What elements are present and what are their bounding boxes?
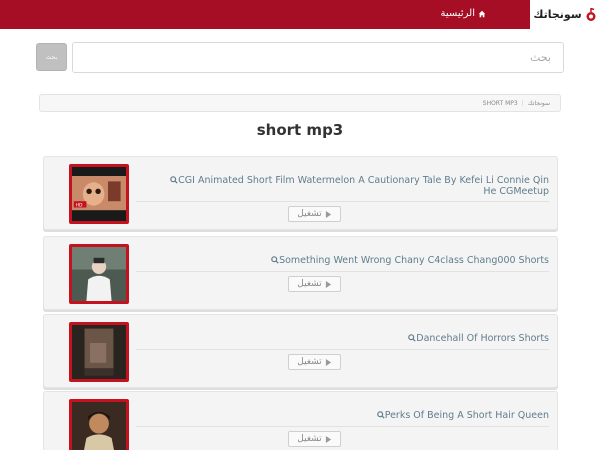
video-thumbnail[interactable]	[69, 244, 129, 304]
search-button[interactable]: بحث	[36, 43, 67, 71]
nav-home-label: الرئيسية	[440, 8, 475, 19]
breadcrumb-current: SHORT MP3	[482, 99, 518, 107]
result-title-link[interactable]: Something Went Wrong Chany C4class Chang…	[159, 255, 549, 266]
brand-name: سونجاتك	[533, 8, 582, 21]
play-icon	[325, 435, 331, 443]
dark-scene-thumbnail-icon	[72, 325, 126, 379]
play-icon	[325, 210, 331, 218]
breadcrumb-separator: |	[521, 99, 524, 107]
play-icon	[325, 280, 331, 288]
result-title: Perks Of Being A Short Hair Queen	[384, 410, 549, 421]
result-title: Dancehall Of Horrors Shorts	[416, 333, 549, 344]
nav-home-link[interactable]: الرئيسية	[441, 8, 486, 19]
result-card: Something Went Wrong Chany C4class Chang…	[43, 236, 558, 310]
play-button[interactable]: تشغيل	[288, 431, 341, 447]
divider	[136, 201, 549, 202]
search-icon	[170, 176, 178, 184]
divider	[136, 349, 549, 350]
svg-text:HD: HD	[76, 203, 83, 209]
play-button[interactable]: تشغيل	[288, 354, 341, 370]
play-label: تشغيل	[297, 209, 322, 219]
top-navbar: سونجاتك الرئيسية	[0, 0, 600, 29]
search-icon	[271, 256, 279, 264]
play-button[interactable]: تشغيل	[288, 276, 341, 292]
video-thumbnail[interactable]: HD	[69, 164, 129, 224]
result-card: HD CGI Animated Short Film Watermelon A …	[43, 156, 558, 230]
result-title-link[interactable]: Perks Of Being A Short Hair Queen	[159, 410, 549, 421]
breadcrumb: سونجاتك | SHORT MP3	[39, 94, 561, 112]
animated-film-thumbnail-icon: HD	[72, 167, 126, 221]
play-icon	[325, 358, 331, 366]
divider	[136, 271, 549, 272]
play-label: تشغيل	[297, 279, 322, 289]
result-title: Something Went Wrong Chany C4class Chang…	[279, 255, 549, 266]
result-title-link[interactable]: Dancehall Of Horrors Shorts	[159, 333, 549, 344]
music-note-logo-icon	[586, 7, 596, 21]
play-label: تشغيل	[297, 357, 322, 367]
person-thumbnail-icon	[72, 247, 126, 301]
result-title-link[interactable]: CGI Animated Short Film Watermelon A Cau…	[159, 175, 549, 197]
video-thumbnail[interactable]	[69, 399, 129, 450]
home-icon	[478, 10, 486, 17]
play-label: تشغيل	[297, 434, 322, 444]
breadcrumb-home-link[interactable]: سونجاتك	[528, 100, 550, 107]
result-card: Dancehall Of Horrors Shorts تشغيل	[43, 314, 558, 388]
video-thumbnail[interactable]	[69, 322, 129, 382]
result-title: CGI Animated Short Film Watermelon A Cau…	[178, 175, 549, 197]
search-icon	[376, 411, 385, 419]
page-title: short mp3	[256, 121, 344, 139]
portrait-thumbnail-icon	[72, 402, 126, 450]
result-card: Perks Of Being A Short Hair Queen تشغيل	[43, 391, 558, 450]
search-input[interactable]	[72, 42, 564, 73]
divider	[136, 426, 549, 427]
play-button[interactable]: تشغيل	[288, 206, 341, 222]
brand-logo-link[interactable]: سونجاتك	[530, 0, 600, 29]
